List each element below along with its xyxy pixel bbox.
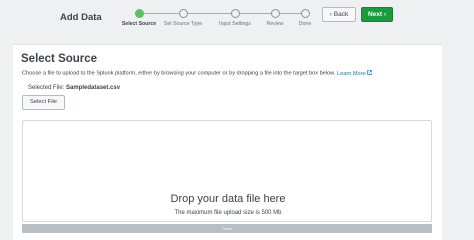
chevron-left-icon: ‹ [329, 11, 332, 18]
selected-file-label: Selected File: [28, 85, 65, 91]
back-button[interactable]: ‹ Back [322, 7, 356, 22]
wizard-step-dot [134, 9, 144, 18]
wizard-connector [240, 13, 271, 14]
top-bar: Add Data Select Source Set Source Type Inp… [0, 0, 474, 36]
wizard-step-label: Input Settings [219, 21, 251, 27]
next-label: Next [367, 11, 383, 18]
drop-title: Drop your data file here [170, 193, 286, 205]
selected-file: Selected File: Sampledataset.csv [28, 85, 120, 91]
back-label: Back [333, 11, 349, 18]
upload-progress-bar: Done [22, 224, 432, 233]
wizard-step-label: Set Source Type [163, 21, 203, 27]
select-file-button[interactable]: Select File [22, 95, 65, 110]
wizard-step-dot [178, 9, 188, 18]
wizard-step-dot [270, 9, 280, 18]
wizard-step-label: Done [298, 21, 312, 27]
next-button[interactable]: Next › [361, 7, 393, 22]
upload-size-limit: The maximum file upload size is 500 Mb [174, 210, 282, 216]
learn-more-link[interactable]: Learn More [337, 70, 372, 77]
learn-more-label: Learn More [337, 70, 366, 77]
file-drop-zone[interactable]: Drop your data file here The maximum fil… [22, 120, 432, 222]
wizard-step-dot [230, 9, 240, 18]
wizard-step-dot [300, 9, 310, 18]
wizard-step-label: Select Source [121, 21, 157, 27]
chevron-right-icon: › [383, 11, 387, 18]
selected-file-name: Sampledataset.csv [66, 85, 121, 91]
section-title: Select Source [21, 53, 98, 65]
description-text: Choose a file to upload to the Splunk pl… [22, 70, 336, 77]
progress-label: Done [222, 226, 232, 231]
external-link-icon [367, 70, 372, 75]
wizard-steps: Select Source Set Source Type Input Settin… [0, 0, 474, 36]
description: Choose a file to upload to the Splunk pl… [22, 70, 372, 77]
wizard-step-label: Review [266, 21, 284, 27]
wizard-connector [280, 13, 301, 14]
wizard-connector [188, 13, 231, 14]
wizard-connector [144, 13, 179, 14]
